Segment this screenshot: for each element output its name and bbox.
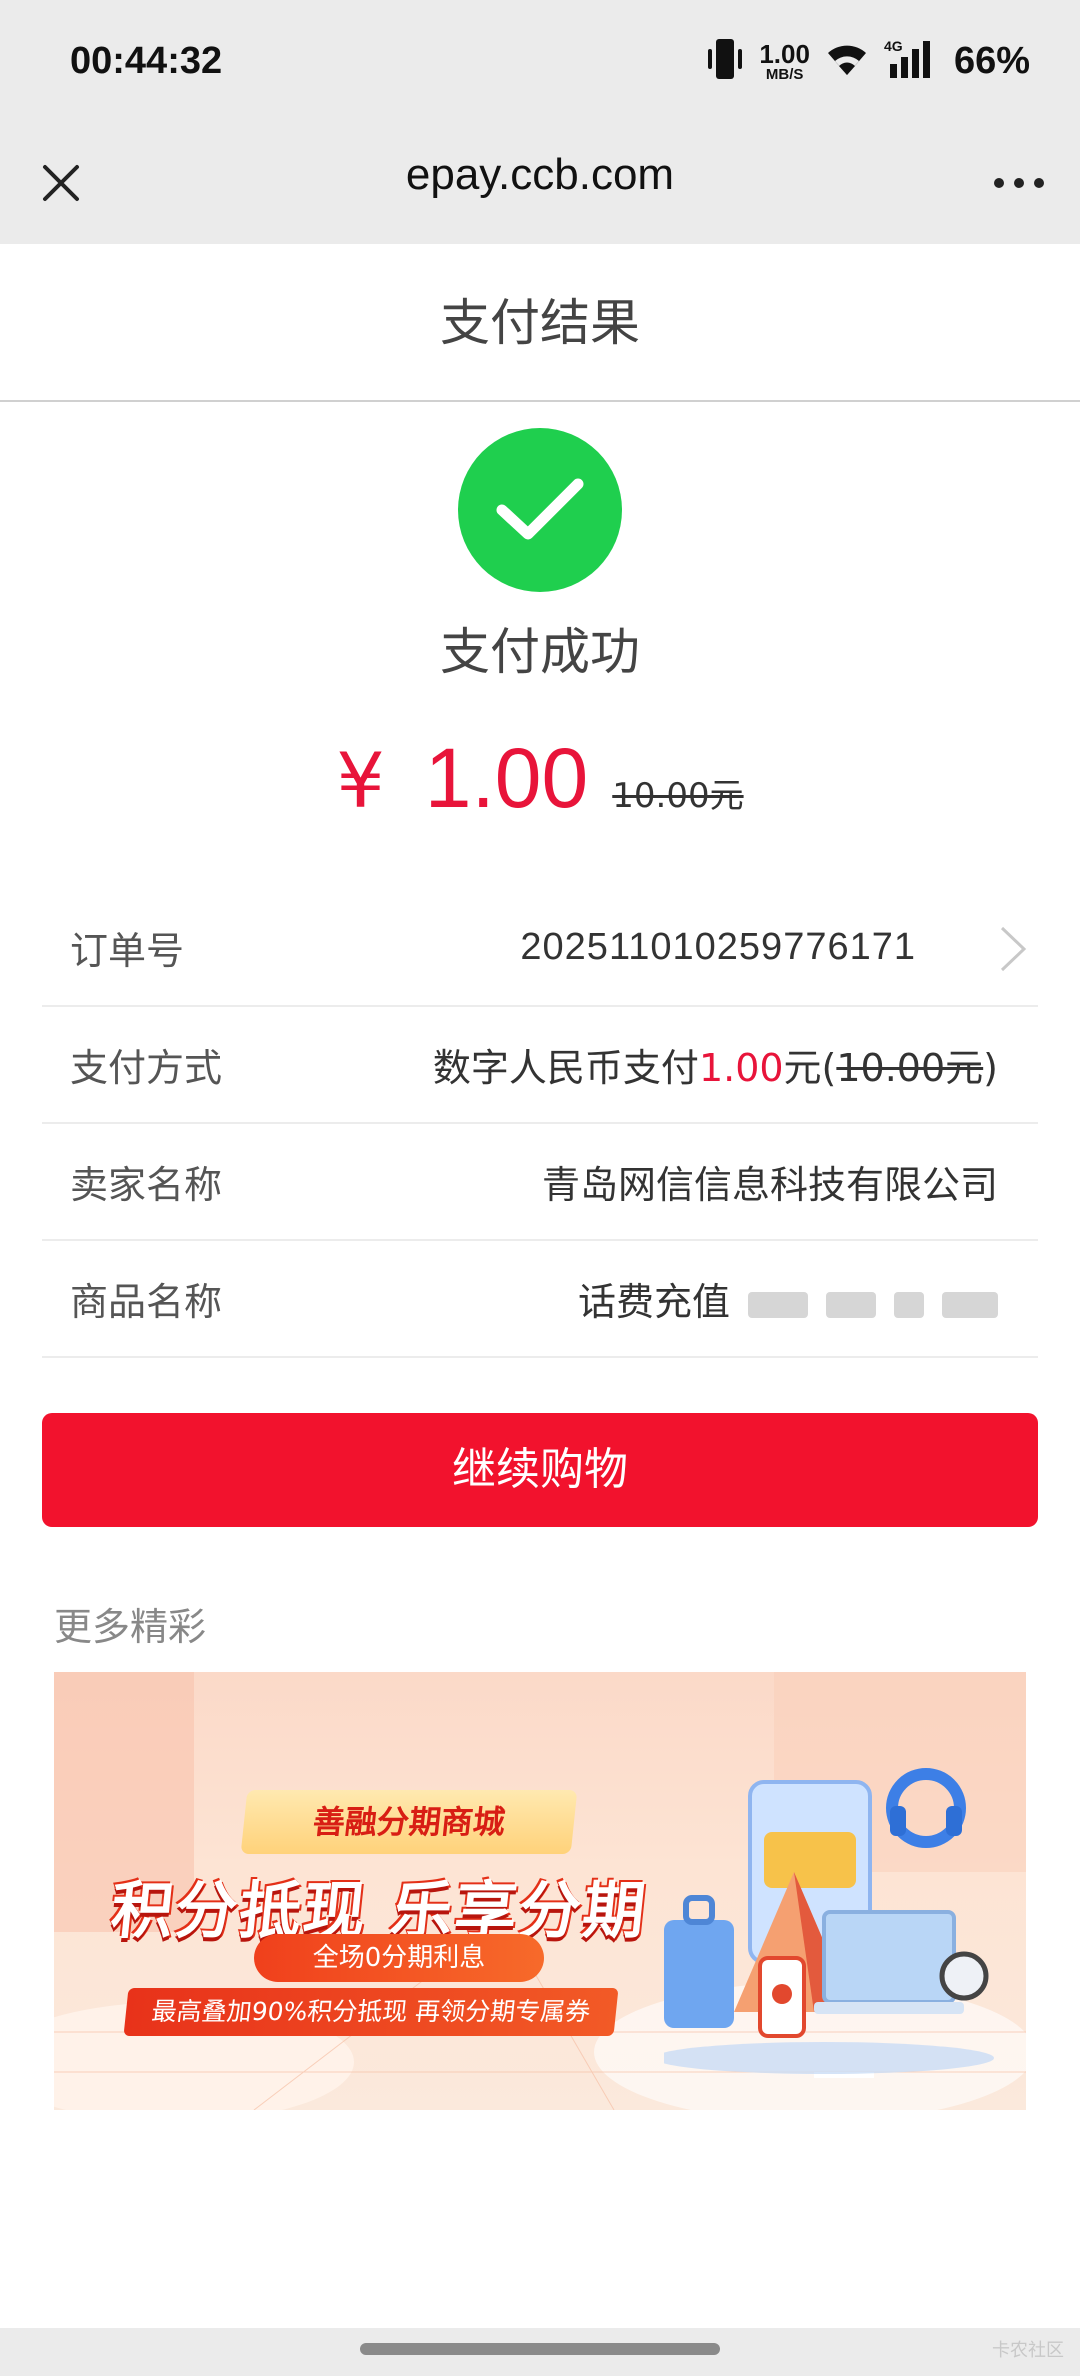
banner-pill-interest: 全场0分期利息 (254, 1934, 544, 1982)
seller-name-value: 青岛网信信息科技有限公司 (541, 1163, 998, 1207)
battery-level: 66% (953, 39, 1030, 82)
payment-method-value: 数字人民币支付1.00元(10.00元) (432, 1046, 998, 1090)
page-title: 支付结果 (440, 294, 640, 352)
watermark: 卡农社区 (992, 2340, 1064, 2361)
order-number-value: 2025110102597761​71 (520, 926, 916, 968)
payment-status: 支付成功 (440, 623, 640, 681)
signal-icon: 4G (884, 38, 940, 84)
product-name-row: 商品名称 话费充值 (42, 1241, 1038, 1358)
shopping-illustration-icon (664, 1768, 994, 2078)
order-number-row[interactable]: 订单号 2025110102597761​71 (42, 890, 1038, 1007)
more-section-title: 更多精彩 (54, 1605, 207, 1649)
wifi-icon (824, 39, 870, 83)
net-speed: 1.00 MB/S (759, 38, 810, 83)
more-icon (994, 178, 1044, 188)
promo-banner[interactable]: 善融分期商城 积分抵现 乐享分期 全场0分期利息 最高叠加90%积分抵现 再领分… (54, 1672, 1026, 2110)
continue-shopping-button[interactable]: 继续购物 (42, 1413, 1038, 1527)
check-circle-icon (458, 428, 622, 592)
amount-row: ¥ 1.00 10.00元 (0, 730, 1080, 827)
banner-tag: 善融分期商城 (240, 1790, 578, 1854)
status-time: 00:44:32 (70, 40, 223, 82)
product-name-value: 话费充值 (578, 1271, 998, 1326)
paid-amount: 1.00 (424, 731, 589, 825)
banner-pill-points: 最高叠加90%积分抵现 再领分期专属券 (123, 1988, 619, 2036)
status-bar: 00:44:32 1.00 MB/S 4G 66% (0, 0, 1080, 122)
order-number-label: 订单号 (70, 929, 185, 973)
original-amount: 10.00元 (612, 776, 744, 816)
seller-name-label: 卖家名称 (70, 1163, 223, 1207)
payment-method-label: 支付方式 (70, 1046, 223, 1090)
chevron-right-icon (996, 924, 1030, 978)
payment-method-row: 支付方式 数字人民币支付1.00元(10.00元) (42, 1007, 1038, 1124)
currency-symbol: ¥ (336, 736, 385, 825)
product-name-label: 商品名称 (70, 1280, 223, 1324)
home-indicator[interactable] (360, 2343, 720, 2355)
vibrate-icon (705, 37, 745, 85)
order-details: 订单号 2025110102597761​71 支付方式 数字人民币支付1.00… (42, 890, 1038, 1358)
page-url: epay.ccb.com (405, 150, 675, 199)
svg-text:4G: 4G (884, 38, 903, 54)
page-header: 支付结果 (0, 244, 1080, 402)
more-button[interactable] (988, 152, 1050, 214)
browser-nav-bar: epay.ccb.com (0, 122, 1080, 244)
seller-name-row: 卖家名称 青岛网信信息科技有限公司 (42, 1124, 1038, 1241)
status-icons: 1.00 MB/S 4G 66% (705, 36, 1030, 86)
